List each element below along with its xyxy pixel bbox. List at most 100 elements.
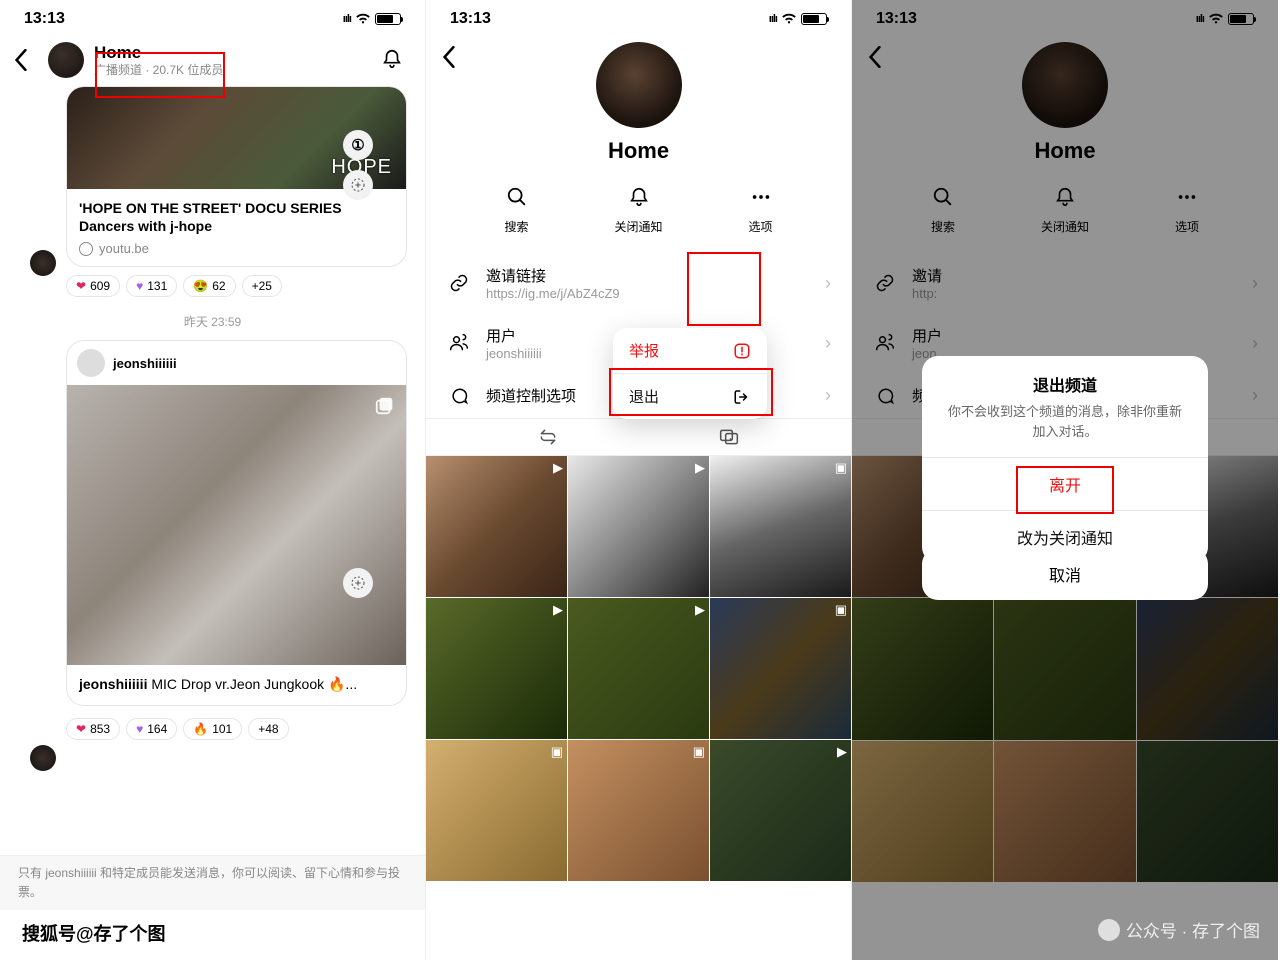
globe-icon xyxy=(79,242,93,256)
media-cell[interactable]: ▣ xyxy=(568,740,709,881)
signal-icon: ıılı xyxy=(769,13,777,25)
reshare-tab[interactable] xyxy=(538,427,558,447)
reaction-row-2: ❤853 ♥164 🔥101 +48 xyxy=(66,718,407,740)
card-title: 'HOPE ON THE STREET' DOCU SERIES Dancers… xyxy=(79,199,394,235)
channel-title: Home xyxy=(94,43,223,63)
media-cell[interactable]: ▶ xyxy=(426,456,567,597)
media-tabs xyxy=(426,418,851,456)
sender-avatar[interactable] xyxy=(30,745,56,771)
wechat-icon xyxy=(1098,919,1120,941)
carousel-icon: ▣ xyxy=(835,602,847,618)
bell-icon xyxy=(604,182,674,212)
info-button[interactable]: ① xyxy=(343,130,373,160)
card-domain: youtu.be xyxy=(99,241,149,256)
status-bar: 13:13 ıılı xyxy=(426,0,851,34)
detail-pane-alert: 13:13 ıılı Home 搜索 关闭通知 选项 xyxy=(852,0,1278,960)
alert-message: 你不会收到这个频道的消息，除非你重新加入对话。 xyxy=(922,402,1208,457)
status-time: 13:13 xyxy=(24,10,65,28)
reaction-pill[interactable]: ♥164 xyxy=(126,718,177,740)
media-cell[interactable]: ▶ xyxy=(426,598,567,739)
heart-eyes-icon: 😍 xyxy=(193,279,208,293)
invite-link-row[interactable]: 邀请链接https://ig.me/j/AbZ4cZ9 › xyxy=(426,253,851,313)
sender-avatar[interactable] xyxy=(30,250,56,276)
purple-heart-icon: ♥ xyxy=(136,722,143,736)
carousel-icon xyxy=(374,395,396,417)
wifi-icon xyxy=(781,13,797,25)
chat-pane: 13:13 ıılı Home 广播频道 · 20.7K 位成员 HOPE 'H… xyxy=(0,0,426,960)
notifications-button[interactable] xyxy=(377,44,407,74)
media-cell[interactable]: ▣ xyxy=(710,456,851,597)
chat-header: Home 广播频道 · 20.7K 位成员 xyxy=(0,34,425,86)
post-author-avatar xyxy=(77,349,105,377)
carousel-icon: ▣ xyxy=(551,744,563,760)
back-button[interactable] xyxy=(442,46,456,68)
reel-icon: ▶ xyxy=(695,602,705,618)
mute-action[interactable]: 关闭通知 xyxy=(604,182,674,235)
chevron-right-icon: › xyxy=(825,273,831,294)
reaction-pill[interactable]: ❤609 xyxy=(66,275,120,297)
users-icon xyxy=(446,333,472,353)
battery-icon xyxy=(375,13,401,25)
report-icon xyxy=(733,342,751,360)
heart-icon: ❤ xyxy=(76,279,86,293)
channel-title-block[interactable]: Home 广播频道 · 20.7K 位成员 xyxy=(94,43,223,78)
reel-icon: ▶ xyxy=(553,460,563,476)
reel-icon: ▶ xyxy=(695,460,705,476)
media-cell[interactable]: ▶ xyxy=(710,740,851,881)
chevron-right-icon: › xyxy=(825,333,831,354)
media-cell[interactable]: ▣ xyxy=(426,740,567,881)
channel-subtitle: 广播频道 · 20.7K 位成员 xyxy=(94,63,223,77)
report-menu-item[interactable]: 举报 xyxy=(613,328,767,373)
channel-avatar[interactable] xyxy=(48,42,84,78)
exit-icon xyxy=(733,388,751,406)
link-icon xyxy=(446,273,472,293)
reel-icon: ▶ xyxy=(837,744,847,760)
reaction-pill[interactable]: ❤853 xyxy=(66,718,120,740)
share-button[interactable] xyxy=(343,568,373,598)
leave-button[interactable]: 离开 xyxy=(922,457,1208,510)
chevron-right-icon: › xyxy=(825,385,831,406)
reaction-more[interactable]: +25 xyxy=(242,275,282,297)
back-button[interactable] xyxy=(14,49,38,71)
status-indicators: ıılı xyxy=(769,13,827,25)
carousel-icon: ▣ xyxy=(693,744,705,760)
watermark-sohu: 搜狐号@存了个图 xyxy=(14,918,174,948)
wifi-icon xyxy=(355,13,371,25)
footer-message: 只有 jeonshiiiiii 和特定成员能发送消息，你可以阅读、留下心情和参与… xyxy=(0,855,425,910)
profile-avatar[interactable] xyxy=(596,42,682,128)
shared-post[interactable]: jeonshiiiiii jeonshiiiiii MIC Drop vr.Je… xyxy=(66,340,407,706)
chat-icon xyxy=(446,386,472,406)
alert-title: 退出频道 xyxy=(922,356,1208,402)
detail-pane-dropdown: 13:13 ıılı Home 搜索 关闭通知 选项 xyxy=(426,0,852,960)
reaction-pill[interactable]: ♥131 xyxy=(126,275,177,297)
post-image xyxy=(66,385,407,665)
search-action[interactable]: 搜索 xyxy=(482,182,552,235)
reaction-pill[interactable]: 😍62 xyxy=(183,275,235,297)
reaction-more[interactable]: +48 xyxy=(248,718,288,740)
search-icon xyxy=(482,182,552,212)
media-cell[interactable]: ▣ xyxy=(710,598,851,739)
reaction-pill[interactable]: 🔥101 xyxy=(183,718,242,740)
signal-icon: ıılı xyxy=(343,13,351,25)
profile-name: Home xyxy=(426,138,851,164)
status-time: 13:13 xyxy=(450,10,491,28)
media-cell[interactable]: ▶ xyxy=(568,456,709,597)
carousel-icon: ▣ xyxy=(835,460,847,476)
media-cell[interactable]: ▶ xyxy=(568,598,709,739)
reaction-row-1: ❤609 ♥131 😍62 +25 xyxy=(66,275,407,297)
status-bar: 13:13 ıılı xyxy=(0,0,425,34)
purple-heart-icon: ♥ xyxy=(136,279,143,293)
exit-menu-item[interactable]: 退出 xyxy=(613,374,767,419)
cancel-button[interactable]: 取消 xyxy=(922,548,1208,600)
heart-icon: ❤ xyxy=(76,722,86,736)
watermark-weixin: 公众号 · 存了个图 xyxy=(1098,917,1260,942)
status-indicators: ıılı xyxy=(343,13,401,25)
media-grid: ▶ ▶ ▣ ▶ ▶ ▣ ▣ ▣ ▶ xyxy=(426,456,851,881)
media-tab[interactable] xyxy=(718,427,740,447)
fire-icon: 🔥 xyxy=(193,722,208,736)
time-separator: 昨天 23:59 xyxy=(0,313,425,330)
share-button[interactable] xyxy=(343,170,373,200)
options-action[interactable]: 选项 xyxy=(726,182,796,235)
post-caption: jeonshiiiiii MIC Drop vr.Jeon Jungkook 🔥… xyxy=(66,665,407,706)
more-icon xyxy=(726,182,796,212)
